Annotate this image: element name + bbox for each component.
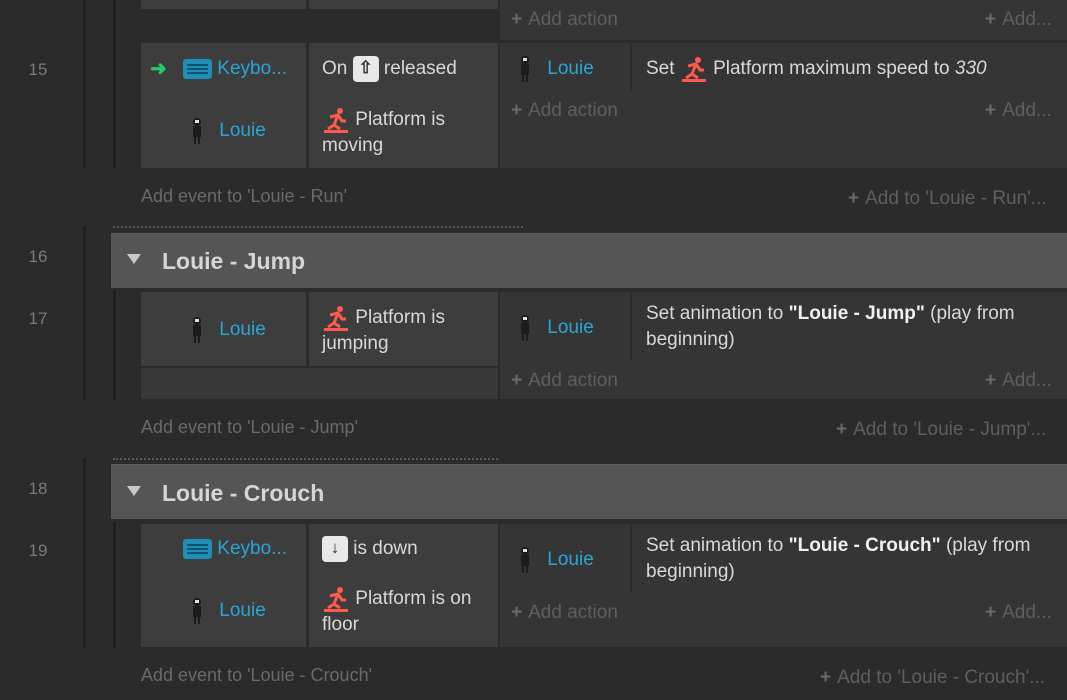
line-number: 19 [28, 541, 48, 560]
group-nesting-line [113, 290, 116, 400]
louie-sprite-icon [521, 547, 529, 573]
add-more-button[interactable]: + Add... [985, 100, 1052, 122]
group-nesting-line [83, 226, 86, 400]
condition-object-keyboard[interactable]: Keybo... [183, 56, 287, 82]
add-event-link[interactable]: Add event to 'Louie - Jump' [141, 417, 358, 438]
line-number: 15 [28, 60, 48, 79]
platform-behavior-icon [681, 57, 706, 82]
action-object-louie[interactable]: Louie [518, 55, 594, 83]
down-arrow-key-icon: ↓ [322, 536, 348, 562]
add-more-button[interactable]: + Add... [985, 370, 1052, 392]
platform-behavior-icon [324, 108, 348, 133]
condition-cell[interactable] [309, 0, 498, 9]
condition-platform-moving[interactable]: Platform is moving [322, 107, 492, 159]
platform-behavior-icon [324, 587, 348, 612]
line-number: 17 [28, 309, 48, 328]
line-number: 18 [28, 479, 48, 498]
add-event-link[interactable]: Add event to 'Louie - Crouch' [141, 665, 372, 686]
action-object-louie[interactable]: Louie [518, 314, 594, 342]
condition-cell[interactable] [141, 0, 306, 9]
add-action-button[interactable]: + Add action [511, 370, 618, 392]
louie-sprite-icon [521, 56, 529, 82]
group-title: Louie - Jump [162, 248, 306, 274]
add-action-button[interactable]: + Add action [511, 602, 618, 624]
trigger-arrow-icon: ➜ [150, 58, 167, 80]
add-to-group-link[interactable]: + Add to 'Louie - Jump'... [836, 419, 1046, 441]
platform-behavior-icon [324, 306, 348, 331]
collapse-triangle-icon[interactable] [127, 486, 141, 496]
condition-object-keyboard[interactable]: Keybo... [183, 536, 287, 562]
keyboard-icon [183, 58, 212, 79]
action-set-max-speed[interactable]: Set Platform maximum speed to 330 [646, 56, 987, 82]
add-action-button[interactable]: + Add action [511, 9, 618, 31]
action-separator [630, 43, 632, 91]
group-nesting-line [113, 0, 116, 168]
action-set-animation[interactable]: Set animation to "Louie - Crouch" (play … [646, 533, 1056, 585]
condition-platform-jumping[interactable]: Platform is jumping [322, 305, 492, 357]
condition-key-released[interactable]: On ⇧ released [322, 56, 457, 82]
add-event-link[interactable]: Add event to 'Louie - Run' [141, 186, 347, 207]
collapse-triangle-icon[interactable] [127, 254, 141, 264]
condition-object-louie[interactable]: Louie [190, 117, 266, 145]
group-divider [113, 226, 523, 228]
add-more-button[interactable]: + Add... [985, 9, 1052, 31]
louie-sprite-icon [193, 317, 201, 343]
group-nesting-line [83, 0, 86, 168]
add-to-group-link[interactable]: + Add to 'Louie - Crouch'... [820, 667, 1045, 689]
keyboard-icon [183, 538, 212, 559]
group-divider [113, 458, 498, 460]
line-number-gutter [0, 0, 85, 700]
add-to-group-link[interactable]: + Add to 'Louie - Run'... [848, 188, 1047, 210]
louie-sprite-icon [193, 118, 201, 144]
condition-platform-on-floor[interactable]: Platform is on floor [322, 586, 494, 638]
add-action-button[interactable]: + Add action [511, 100, 618, 122]
condition-object-louie[interactable]: Louie [190, 316, 266, 344]
condition-key-down[interactable]: ↓ is down [322, 536, 418, 562]
group-title: Louie - Crouch [162, 480, 325, 506]
condition-object-louie[interactable]: Louie [190, 597, 266, 625]
line-number: 16 [28, 247, 48, 266]
add-more-button[interactable]: + Add... [985, 602, 1052, 624]
louie-sprite-icon [193, 598, 201, 624]
action-separator [630, 524, 632, 592]
shift-key-icon: ⇧ [352, 56, 379, 82]
group-nesting-line [83, 458, 86, 648]
action-object-louie[interactable]: Louie [518, 546, 594, 574]
group-nesting-line [113, 522, 116, 648]
condition-empty-row [141, 368, 498, 399]
action-set-animation[interactable]: Set animation to "Louie - Jump" (play fr… [646, 301, 1056, 353]
action-separator [630, 292, 632, 360]
louie-sprite-icon [521, 315, 529, 341]
